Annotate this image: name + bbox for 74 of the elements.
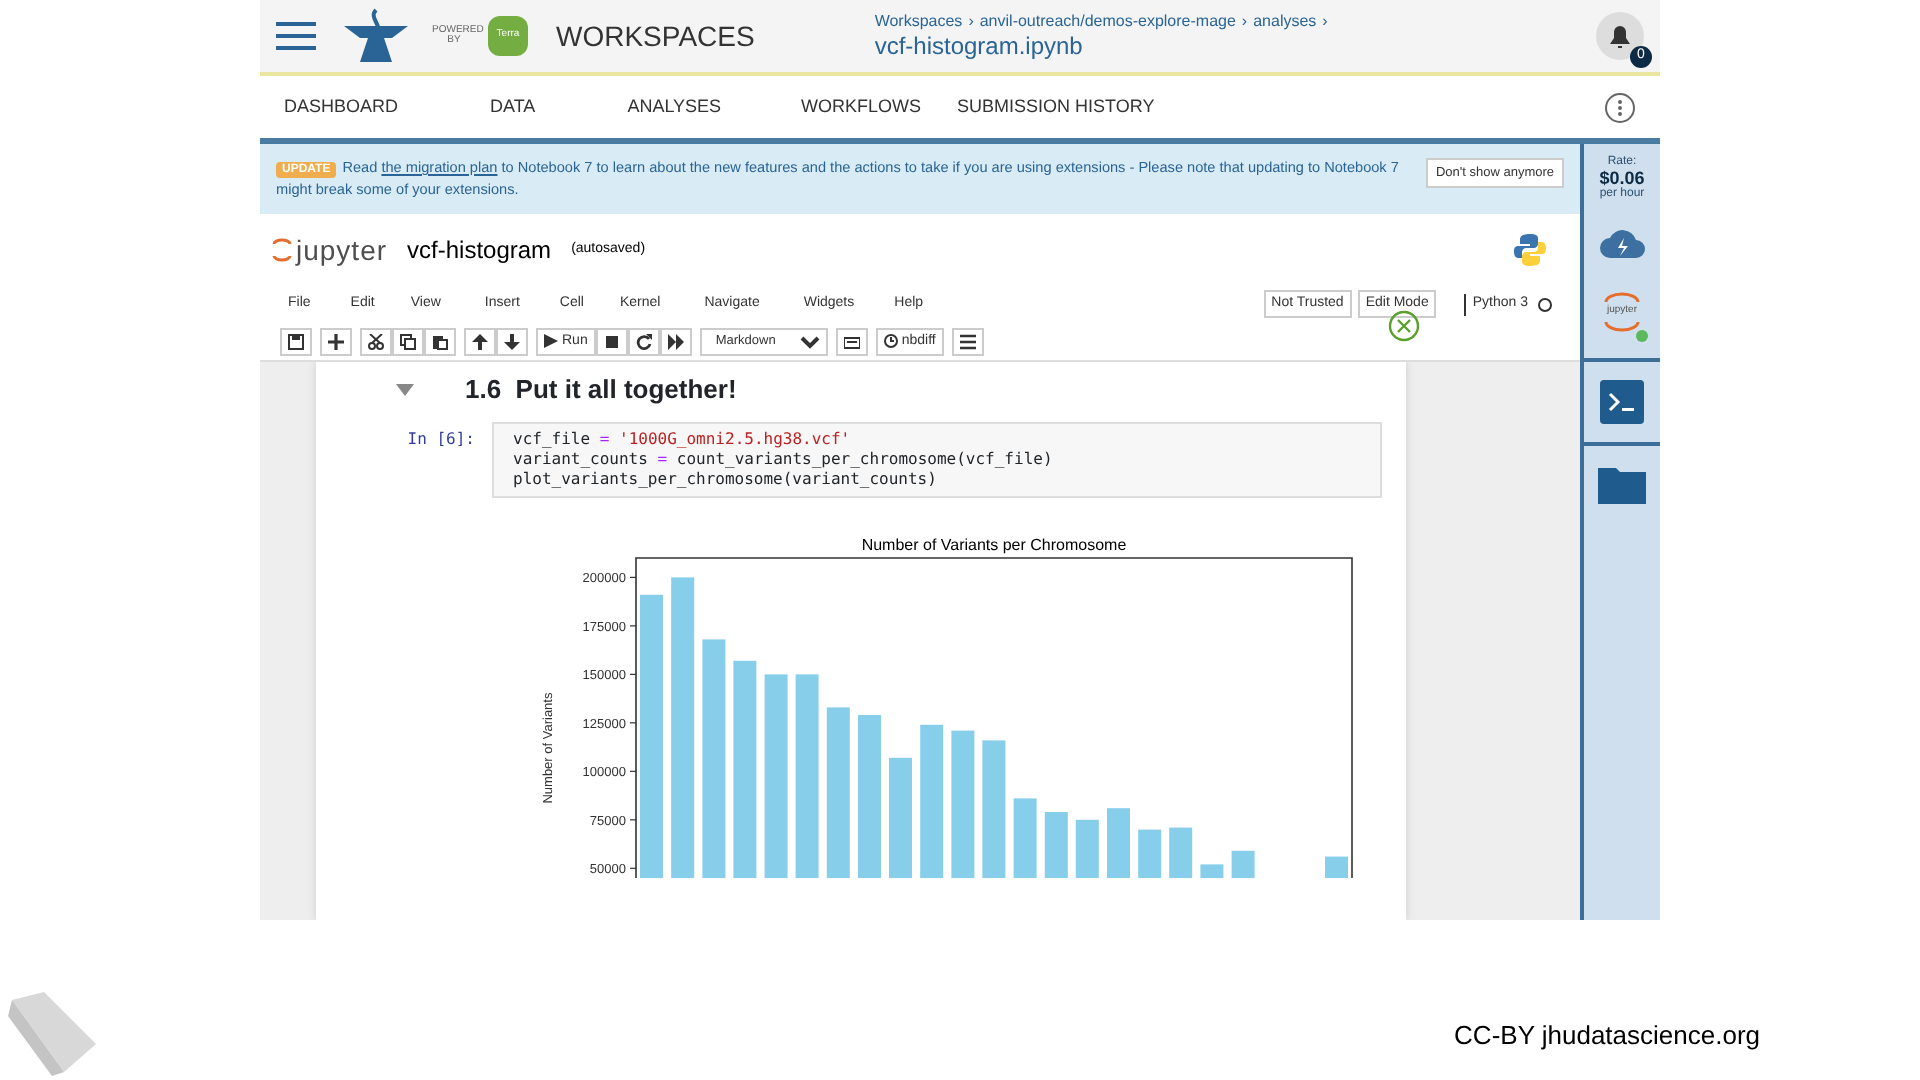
jupyter-wordmark: jupyter [296,231,388,270]
stop-button[interactable] [595,327,628,356]
breadcrumb-link[interactable]: Workspaces [874,12,963,32]
save-button[interactable] [280,327,312,356]
paste-icon [432,333,448,350]
move-up-icon [472,333,488,350]
terminal-icon[interactable] [1600,380,1644,425]
cut-icon [368,333,384,350]
breadcrumb-link[interactable]: analyses [1253,12,1317,32]
toc-icon [959,333,976,350]
collapse-caret-icon [395,384,413,397]
close-icon[interactable] [1388,309,1420,342]
run-all-button[interactable] [659,327,692,356]
chart-bar [1324,856,1347,878]
stop-icon [603,333,620,350]
anvil-logo-icon [340,6,412,66]
chart-bar [1043,811,1067,878]
more-options-icon[interactable] [1604,91,1636,123]
jupyter-arc-icon [1602,319,1642,332]
breadcrumb-separator: › [1241,12,1248,32]
slide-logo-icon [8,992,100,1076]
paste-button[interactable] [424,327,456,356]
python-logo-icon [1512,232,1548,269]
license-credit: CC-BY jhudatascience.org [1454,1020,1760,1050]
chart-bar [888,757,911,878]
section-heading: 1.6 Put it all together! [465,374,737,406]
notification-bell-icon[interactable] [1596,11,1644,60]
kernel-idle-icon [1538,297,1552,312]
nav-tab[interactable]: ANALYSES [627,93,722,121]
toc-button[interactable] [951,327,984,356]
keyboard-icon [843,333,860,350]
add-cell-button[interactable] [320,327,352,356]
rate-value: $0.06 [1599,169,1645,188]
add-cell-icon [328,333,344,350]
save-icon [288,333,304,350]
nav-tab[interactable]: WORKFLOWS [801,93,922,121]
copy-button[interactable] [392,327,424,356]
notebook-title[interactable]: vcf-histogram [407,232,552,269]
restart-icon [635,333,652,350]
move-down-icon [504,333,520,350]
restart-button[interactable] [627,327,660,356]
chart-bar [1168,827,1192,878]
clock-icon [883,334,898,349]
move-down-button[interactable] [496,327,528,356]
nav-tab[interactable]: DASHBOARD [284,93,399,121]
jupyter-arc-icon [1602,292,1642,305]
nav-tab[interactable]: SUBMISSION HISTORY [957,93,1155,121]
menu-icon[interactable] [276,18,320,54]
notebook-name: vcf-histogram.ipynb [874,31,1085,60]
app-title: WORKSPACES [556,17,755,55]
chart-bar [1230,850,1254,878]
chart-bar [1012,798,1036,878]
chart-bar [1074,819,1098,878]
copy-icon [400,333,416,350]
breadcrumb-link[interactable]: anvil-outreach/demos-explore-mage [979,12,1236,32]
chart-title: Number of Variants per Chromosome [860,535,1126,554]
chart-bar [1137,829,1161,878]
play-icon [544,334,558,349]
chart-bar [981,740,1005,878]
nav-tab[interactable]: DATA [490,93,536,121]
keyboard-button[interactable] [835,327,868,356]
run-all-icon [667,333,684,350]
cut-button[interactable] [360,327,392,356]
breadcrumb-separator: › [968,12,974,32]
chart-bar [1106,807,1129,878]
move-up-button[interactable] [464,327,496,356]
chart-bar [1199,864,1223,878]
cell-prompt: In [6]: [405,427,475,452]
status-dot-icon [1636,330,1648,343]
code-input[interactable]: vcf_file = '1000G_omni2.5.hg38.vcf' variant_counts = count_variants_per_chromosome(vcf_file) plot_variants_per_chromosome(variant_counts) [491,421,1381,498]
cloud-lightning-icon[interactable] [1598,226,1646,263]
breadcrumb-separator: › [1322,12,1328,32]
folder-icon[interactable] [1598,464,1646,505]
jupyter-logo-icon [272,236,292,265]
